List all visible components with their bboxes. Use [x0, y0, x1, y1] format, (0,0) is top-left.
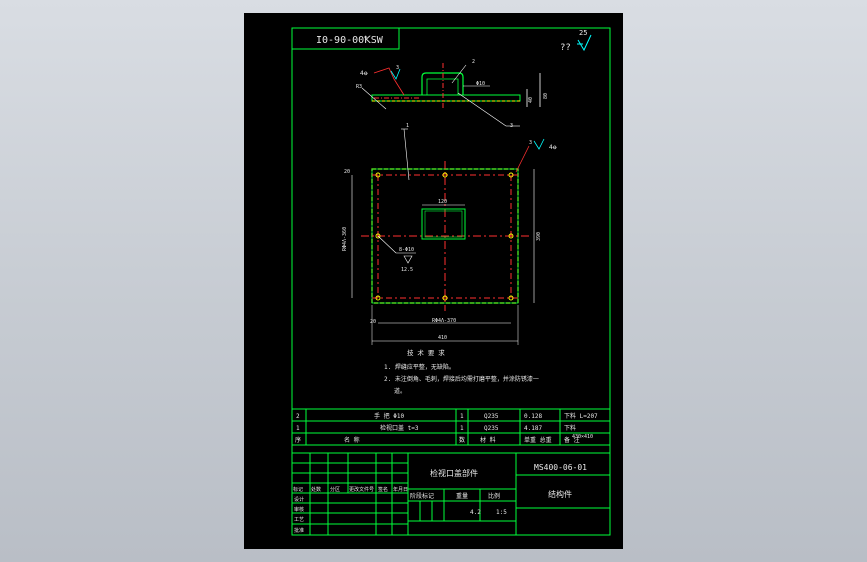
dim-hole-w: 120 [438, 199, 447, 205]
bom-row-1-qty: 1 [460, 413, 464, 420]
bom-row-2-remark: 下料 [564, 424, 576, 432]
bom-row-1-weight: 0.128 [524, 413, 542, 420]
notes-line-2: 2. 未注倒角、毛刺，焊接后均需打磨平整，并涂防锈漆一 [384, 375, 539, 383]
weld-sym-b: 4ꝋ [549, 144, 558, 151]
bom-header-qty: 数 [459, 436, 465, 444]
dim-side-small: 20 [370, 319, 376, 325]
title-code: I0-90-00ꝀSW [316, 35, 384, 46]
drawing-number: MS400-06-01 [534, 463, 587, 472]
bom-row-2-material: Q235 [484, 425, 499, 432]
dim-left-vert: RΦ4Λ-360 [342, 227, 348, 251]
weld-note-3: 3 [529, 140, 532, 146]
side-view: 40 80 Φ10 2 R3 4ꝋ 3 3 [356, 59, 549, 129]
bom-header-remark: 备 注 [564, 436, 580, 444]
role-approve: 批准 [294, 527, 304, 534]
label-mark: 标记 [293, 486, 303, 493]
label-count: 处数 [311, 486, 321, 493]
hole-rough: 12.5 [401, 267, 413, 273]
title-block: 检视口盖部件 MS400-06-01 结构件 4.2 1:5 阶段标记 重量 比… [291, 452, 611, 536]
bom-row-1-name: 手 把 Φ10 [374, 412, 404, 420]
roughness-symbol [577, 34, 592, 52]
bom-header-weight: 单重 总重 [524, 436, 552, 444]
bom-row-2-qty: 1 [460, 425, 464, 432]
role-process: 工艺 [294, 517, 304, 523]
bom-table: 2 手 把 Φ10 1 Q235 0.128 下料 L=207 1 检视口盖 t… [291, 408, 611, 446]
inner-frame [291, 27, 611, 536]
part-weight: 4.2 [470, 509, 481, 516]
drawing-sheet: I0-90-00ꝀSW ?? 25 40 80 Φ10 2 R3 4ꝋ 3 3 [244, 13, 623, 549]
notes-line-3: 道。 [394, 387, 406, 395]
company-name: 结构件 [548, 489, 572, 499]
bom-header-material: 材 料 [480, 436, 496, 444]
label-change: 更改文件号 [349, 486, 374, 493]
part-scale: 1:5 [496, 509, 507, 516]
weld-note-1: 3 [396, 65, 399, 71]
notes-line-1: 1. 焊缝应平整，无缺陷。 [384, 363, 455, 371]
roughness-corner: ?? [560, 43, 571, 53]
stage-label: 阶段标记 [410, 492, 434, 500]
label-sign: 签名 [378, 486, 388, 493]
weight-label: 重量 [456, 492, 468, 500]
bom-row-1-no: 2 [296, 413, 300, 420]
bom-row-2-weight: 4.187 [524, 425, 542, 432]
technical-notes: 技 术 要 求 1. 焊缝应平整，无缺陷。 2. 未注倒角、毛刺，焊接后均需打磨… [384, 348, 539, 395]
handle-plan [421, 208, 466, 240]
cad-drawing: I0-90-00ꝀSW ?? 25 40 80 Φ10 2 R3 4ꝋ 3 3 [291, 27, 611, 536]
dim-left-top: 20 [344, 169, 350, 175]
roughness-value: 25 [579, 29, 587, 37]
bom-header-name: 名 称 [344, 436, 360, 444]
bom-row-2-no: 1 [296, 425, 300, 432]
notes-heading: 技 术 要 求 [407, 348, 445, 357]
dim-height: 80 [543, 93, 549, 99]
callout-2-label: 2 [472, 59, 475, 65]
bom-row-1-remark: 下料 L=207 [564, 412, 598, 420]
part-name: 检视口盖部件 [430, 468, 478, 478]
label-date: 年月日 [393, 486, 408, 493]
callout-1-label: 1 [406, 123, 409, 129]
bom-row-1-material: Q235 [484, 413, 499, 420]
label-zone: 分区 [330, 486, 340, 493]
hole-note: 8-Φ10 [399, 247, 414, 253]
weld-sym-a: 4ꝋ [360, 70, 369, 77]
dim-bottom-outer: 410 [438, 335, 447, 341]
dim-r: R3 [356, 84, 362, 90]
role-review: 审核 [294, 506, 304, 513]
bom-row-2-name: 检视口盖 t=3 [380, 424, 419, 432]
dim-top-small: 40 [528, 97, 534, 103]
plan-view: 120 RΦ4Λ-360 390 RΦ4Λ-370 410 20 20 1 3 … [342, 123, 558, 345]
dim-bottom-inner: RΦ4Λ-370 [432, 318, 456, 324]
scale-label: 比例 [488, 492, 500, 500]
dim-right-vert: 390 [536, 232, 542, 241]
role-design: 设计 [294, 496, 304, 503]
bom-header-no: 序 [295, 436, 301, 444]
